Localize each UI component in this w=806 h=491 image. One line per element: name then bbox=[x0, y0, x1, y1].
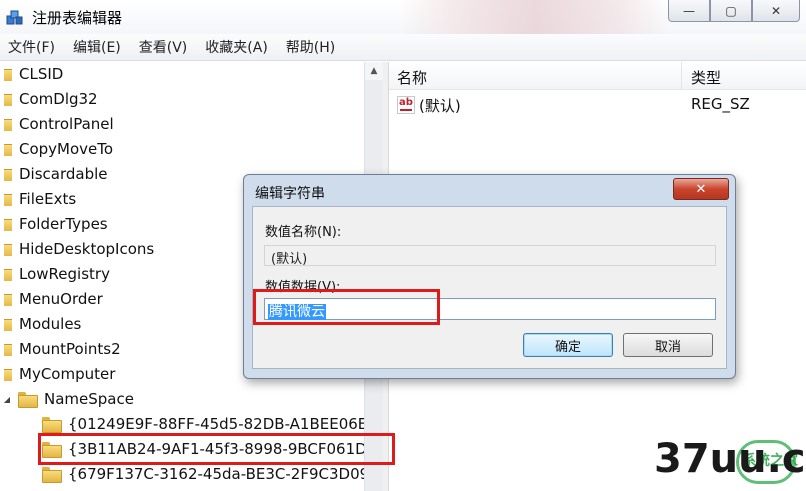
tree-item-clsid[interactable]: CLSID bbox=[4, 62, 63, 86]
folder-icon bbox=[4, 67, 12, 81]
dialog-title: 编辑字符串 bbox=[255, 186, 325, 202]
menu-favorites[interactable]: 收藏夹(A) bbox=[205, 37, 268, 57]
tree-item-mountpoints2[interactable]: MountPoints2 bbox=[4, 337, 121, 361]
tree-item-label: CopyMoveTo bbox=[19, 140, 114, 158]
menu-view[interactable]: 查看(V) bbox=[139, 37, 188, 57]
tree-item-controlpanel[interactable]: ControlPanel bbox=[4, 112, 114, 136]
column-header-type[interactable]: 类型 bbox=[691, 67, 721, 88]
folder-icon bbox=[4, 167, 12, 181]
edit-string-dialog: 编辑字符串 ✕ 数值名称(N): (默认) 数值数据(V): 腾讯微云 确定 取… bbox=[243, 174, 736, 379]
folder-icon bbox=[42, 417, 62, 433]
folder-icon bbox=[4, 292, 12, 306]
folder-icon bbox=[4, 217, 12, 231]
tree-item-comdlg32[interactable]: ComDlg32 bbox=[4, 87, 98, 111]
folder-icon bbox=[4, 317, 12, 331]
tree-item-lowregistry[interactable]: LowRegistry bbox=[4, 262, 110, 286]
tree-item-label: MountPoints2 bbox=[19, 340, 121, 358]
maximize-button[interactable]: ▢ bbox=[710, 0, 752, 22]
minimize-icon: — bbox=[683, 3, 695, 18]
tree-item-copymoveto[interactable]: CopyMoveTo bbox=[4, 137, 113, 161]
collapse-arrow-icon[interactable]: ◢ bbox=[2, 394, 12, 404]
column-divider[interactable] bbox=[681, 62, 682, 90]
tree-item-namespace[interactable]: ◢ NameSpace bbox=[2, 387, 134, 411]
tree-item-label: NameSpace bbox=[44, 390, 134, 408]
menu-bar: 文件(F) 编辑(E) 查看(V) 收藏夹(A) 帮助(H) bbox=[0, 34, 806, 61]
tree-item-label: {679F137C-3162-45da-BE3C-2F9C3D093 bbox=[68, 465, 364, 483]
tree-item-label: MenuOrder bbox=[19, 290, 103, 308]
column-header-name[interactable]: 名称 bbox=[397, 67, 427, 88]
tree-item-fileexts[interactable]: FileExts bbox=[4, 187, 76, 211]
cancel-button[interactable]: 取消 bbox=[623, 333, 713, 357]
tree-item-label: HideDesktopIcons bbox=[19, 240, 155, 258]
folder-icon bbox=[4, 117, 12, 131]
window-title: 注册表编辑器 bbox=[32, 9, 123, 27]
close-icon: ✕ bbox=[770, 3, 782, 18]
tree-item-label: Modules bbox=[19, 315, 82, 333]
tree-item-foldertypes[interactable]: FolderTypes bbox=[4, 212, 108, 236]
tree-item-modules[interactable]: Modules bbox=[4, 312, 81, 336]
regedit-app-icon bbox=[6, 10, 23, 25]
tree-item-label: CLSID bbox=[19, 65, 64, 83]
dialog-close-button[interactable]: ✕ bbox=[673, 178, 729, 200]
value-type: REG_SZ bbox=[691, 95, 750, 113]
folder-icon bbox=[4, 242, 12, 256]
folder-icon bbox=[4, 367, 12, 381]
folder-icon bbox=[4, 192, 12, 206]
tree-item-mycomputer[interactable]: MyComputer bbox=[4, 362, 115, 386]
ok-button[interactable]: 确定 bbox=[523, 333, 613, 357]
folder-icon bbox=[4, 92, 12, 106]
watermark-text: 37uu.cn bbox=[654, 436, 806, 482]
folder-icon bbox=[4, 267, 12, 281]
window-controls: — ▢ ✕ bbox=[668, 0, 800, 22]
value-name-label: 数值名称(N): bbox=[265, 225, 342, 240]
scroll-up-arrow-icon[interactable]: ▲ bbox=[365, 62, 383, 80]
menu-file[interactable]: 文件(F) bbox=[8, 37, 55, 57]
close-button[interactable]: ✕ bbox=[752, 0, 800, 22]
list-row[interactable]: ab (默认) REG_SZ bbox=[389, 94, 806, 116]
menu-edit[interactable]: 编辑(E) bbox=[73, 37, 121, 57]
folder-icon bbox=[4, 142, 12, 156]
tree-item-label: MyComputer bbox=[19, 365, 116, 383]
ab-string-icon: ab bbox=[397, 96, 415, 114]
tree-item-menuorder[interactable]: MenuOrder bbox=[4, 287, 103, 311]
minimize-button[interactable]: — bbox=[668, 0, 710, 22]
maximize-icon: ▢ bbox=[725, 3, 737, 18]
highlight-box-value-data bbox=[253, 289, 440, 325]
folder-open-icon bbox=[18, 392, 38, 408]
tree-item-label: FolderTypes bbox=[19, 215, 108, 233]
tree-item-label: FileExts bbox=[19, 190, 77, 208]
value-name-field: (默认) bbox=[264, 245, 716, 267]
title-bar-decoration bbox=[400, 0, 670, 34]
close-icon: ✕ bbox=[695, 181, 707, 197]
tree-item-label: ControlPanel bbox=[19, 115, 114, 133]
folder-icon bbox=[4, 342, 12, 356]
folder-icon bbox=[42, 467, 62, 483]
tree-item-hidedesktopicons[interactable]: HideDesktopIcons bbox=[4, 237, 154, 261]
tree-item-label: {01249E9F-88FF-45d5-82DB-A1BEE06E12 bbox=[68, 415, 364, 433]
dialog-body: 数值名称(N): (默认) 数值数据(V): 腾讯微云 确定 取消 bbox=[252, 206, 727, 369]
menu-help[interactable]: 帮助(H) bbox=[286, 37, 335, 57]
tree-item-guid-679f137c[interactable]: {679F137C-3162-45da-BE3C-2F9C3D093 bbox=[42, 462, 364, 486]
tree-item-discardable[interactable]: Discardable bbox=[4, 162, 108, 186]
value-name: (默认) bbox=[419, 97, 461, 115]
tree-item-label: ComDlg32 bbox=[19, 90, 98, 108]
tree-item-label: Discardable bbox=[19, 165, 108, 183]
list-header: 名称 类型 bbox=[389, 62, 806, 90]
title-bar: 注册表编辑器 — ▢ ✕ bbox=[0, 0, 806, 34]
highlight-box-tree-item bbox=[38, 433, 395, 465]
tree-item-label: LowRegistry bbox=[19, 265, 110, 283]
